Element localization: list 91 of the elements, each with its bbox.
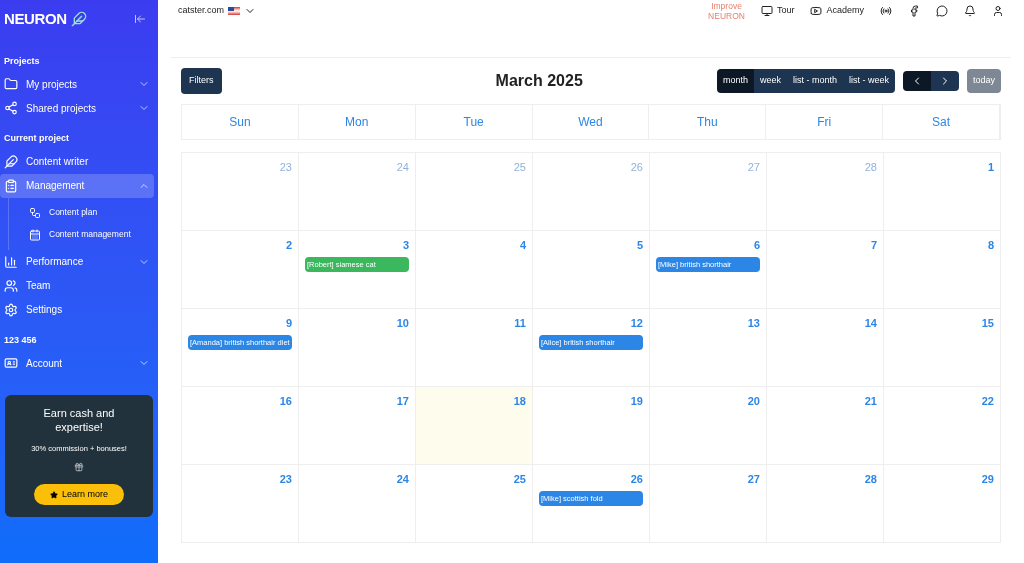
flow-icon bbox=[29, 206, 41, 219]
section-heading: 123 456 bbox=[3, 333, 38, 347]
clipboard-icon bbox=[4, 178, 18, 193]
day-number: 13 bbox=[747, 315, 760, 331]
day-number: 20 bbox=[747, 393, 760, 409]
sidebar-item[interactable]: Management bbox=[0, 173, 154, 198]
sidebar-item[interactable]: Shared projects bbox=[0, 96, 154, 120]
day-number: 17 bbox=[396, 393, 409, 409]
sidebar-item[interactable]: Account bbox=[0, 351, 154, 375]
share-icon bbox=[4, 101, 18, 115]
folder-icon bbox=[4, 77, 18, 91]
day-number: 12 bbox=[630, 315, 643, 331]
day-number: 14 bbox=[864, 315, 877, 331]
gift-icon bbox=[74, 461, 84, 472]
day-number: 25 bbox=[513, 159, 526, 175]
day-number: 28 bbox=[864, 471, 877, 487]
day-number: 16 bbox=[279, 393, 292, 409]
feather-logo-icon bbox=[70, 11, 87, 28]
learn-more-button[interactable]: Learn more bbox=[34, 483, 124, 506]
star-icon bbox=[50, 490, 58, 499]
day-number: 7 bbox=[870, 237, 877, 253]
sidebar-item[interactable]: Content writer bbox=[0, 149, 154, 174]
bell-icon[interactable] bbox=[964, 5, 976, 17]
view-tab[interactable]: week bbox=[753, 69, 787, 93]
view-tab[interactable]: month bbox=[716, 69, 754, 93]
calendar-icon bbox=[29, 228, 41, 241]
weekday-header: Wed bbox=[532, 104, 650, 139]
site-selector[interactable]: catster.com bbox=[178, 4, 256, 18]
section-heading: Current project bbox=[3, 132, 70, 145]
day-number: 26 bbox=[630, 159, 643, 175]
chart-icon bbox=[4, 254, 18, 269]
monitor-icon bbox=[760, 5, 773, 17]
feather-icon bbox=[4, 154, 18, 169]
day-number: 1 bbox=[987, 159, 994, 175]
day-number: 15 bbox=[981, 315, 994, 331]
day-number: 6 bbox=[753, 237, 760, 253]
view-tab[interactable]: list - month bbox=[786, 69, 843, 93]
sidebar-item[interactable]: My projects bbox=[0, 72, 154, 96]
topbar-link[interactable]: Academy bbox=[810, 4, 864, 18]
day-number: 22 bbox=[981, 393, 994, 409]
sidebar-item[interactable]: Team bbox=[0, 273, 154, 298]
calendar-title: March 2025 bbox=[495, 70, 583, 91]
broadcast-icon[interactable] bbox=[880, 5, 892, 17]
day-number: 11 bbox=[514, 315, 526, 331]
day-number: 18 bbox=[513, 393, 526, 409]
day-number: 19 bbox=[630, 393, 643, 409]
day-number: 25 bbox=[513, 471, 526, 487]
flag-icon bbox=[228, 7, 240, 15]
day-number: 4 bbox=[519, 237, 526, 253]
day-number: 23 bbox=[279, 159, 292, 175]
filters-button[interactable]: Filters bbox=[181, 68, 222, 94]
section-heading: Projects bbox=[3, 54, 41, 68]
today-button[interactable]: today bbox=[966, 69, 1001, 93]
day-number: 29 bbox=[981, 471, 994, 487]
day-number: 5 bbox=[636, 237, 643, 253]
topbar-link[interactable]: Tour bbox=[760, 4, 795, 18]
sidebar-subitem[interactable]: Content plan bbox=[9, 201, 158, 224]
day-number: 3 bbox=[402, 237, 409, 253]
id-card-icon bbox=[4, 356, 18, 370]
weekday-header: Mon bbox=[298, 104, 416, 139]
collapse-icon[interactable] bbox=[134, 13, 146, 26]
sidebar-item[interactable]: Performance bbox=[0, 249, 154, 274]
settings-icon bbox=[4, 302, 18, 317]
next-button[interactable] bbox=[930, 70, 959, 91]
view-tab[interactable]: list - week bbox=[842, 69, 895, 93]
weekday-header: Fri bbox=[766, 104, 884, 139]
chat-icon[interactable] bbox=[936, 5, 948, 17]
team-icon bbox=[4, 278, 18, 293]
day-number: 27 bbox=[747, 159, 760, 175]
weekday-header: Sat bbox=[883, 104, 1000, 139]
day-number: 27 bbox=[747, 471, 760, 487]
promo-title: Earn cash and expertise! bbox=[42, 407, 116, 435]
day-number: 21 bbox=[864, 393, 877, 409]
day-number: 26 bbox=[630, 471, 643, 487]
weekday-header: Sun bbox=[182, 104, 299, 139]
day-number: 2 bbox=[285, 237, 292, 253]
day-number: 23 bbox=[279, 471, 292, 487]
logo-text: NEURON bbox=[4, 9, 67, 29]
sidebar-item[interactable]: Settings bbox=[0, 297, 154, 322]
weekday-header: Thu bbox=[649, 104, 767, 139]
day-number: 9 bbox=[285, 315, 292, 331]
user-icon[interactable] bbox=[992, 5, 1004, 17]
day-number: 24 bbox=[396, 471, 409, 487]
previous-button[interactable] bbox=[902, 70, 931, 91]
day-number: 10 bbox=[396, 315, 409, 331]
play-icon bbox=[810, 5, 823, 17]
weekday-header: Tue bbox=[415, 104, 533, 139]
sidebar-subitem[interactable]: Content management bbox=[9, 223, 158, 246]
day-number: 8 bbox=[987, 237, 994, 253]
day-number: 28 bbox=[864, 159, 877, 175]
day-number: 24 bbox=[396, 159, 409, 175]
